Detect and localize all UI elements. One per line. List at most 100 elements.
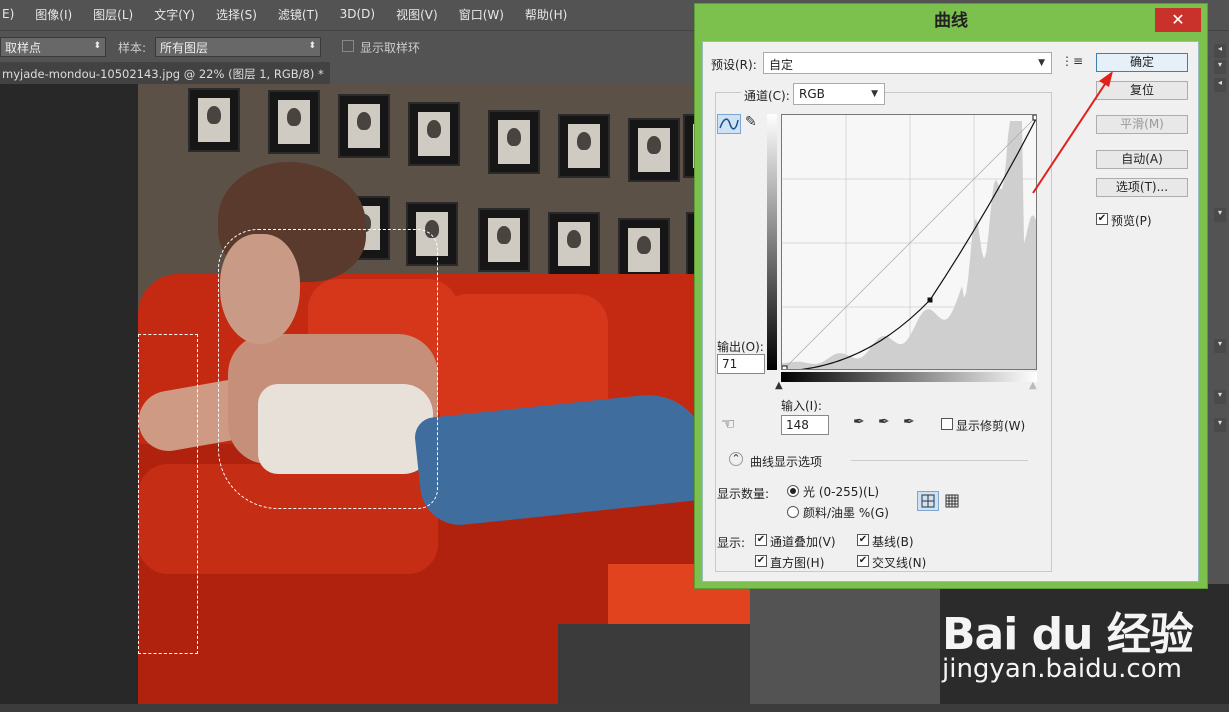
menu-image[interactable]: 图像(I) [23, 6, 81, 23]
watermark: Bai du 经验 jingyan.baidu.com [940, 580, 1229, 704]
curve-tool-button[interactable] [717, 114, 741, 134]
chevron-down-icon: ▼ [871, 89, 878, 99]
panel-collapse-icon[interactable]: ◂ [1214, 44, 1226, 58]
watermark-url: jingyan.baidu.com [942, 654, 1182, 684]
document-tab-title: myjade-mondou-10502143.jpg @ 22% (图层 1, … [2, 67, 324, 81]
baseline-checkbox[interactable]: ✔ [857, 534, 869, 546]
floor-magazines [558, 624, 750, 704]
grid-10-icon [945, 494, 959, 508]
input-field[interactable]: 148 [781, 415, 829, 435]
pigment-radio[interactable] [787, 506, 799, 518]
pencil-icon[interactable]: ✎ [745, 114, 757, 130]
curves-dialog: 曲线 ✕ 预设(R): 自定 ▼ ⋮≡ 确定 复位 平滑(M) 自动(A) 选项… [694, 3, 1208, 589]
panel-collapse-icon[interactable]: ▾ [1214, 390, 1226, 404]
panel-collapse-icon[interactable]: ▾ [1214, 60, 1226, 74]
hand-adjust-icon[interactable]: ☜ [721, 414, 735, 433]
curve-icon [719, 118, 739, 130]
chevron-down-icon: ⬍ [308, 41, 316, 51]
photo-frame [558, 114, 610, 178]
chevron-down-icon: ⬍ [93, 41, 101, 51]
photo-frame [548, 212, 600, 276]
curve-display-options-label: 曲线显示选项 [750, 455, 823, 469]
panel-collapse-icon[interactable]: ▾ [1214, 208, 1226, 222]
histogram-label: 直方图(H) [770, 556, 825, 570]
photo-frame [188, 88, 240, 152]
show-label: 显示: [717, 536, 746, 550]
intersection-checkbox[interactable]: ✔ [857, 555, 869, 567]
watermark-brand: Bai du 经验 [942, 609, 1194, 660]
output-label: 输出(O): [717, 340, 764, 354]
black-eyedropper-icon[interactable]: ✒ [853, 414, 865, 430]
photo-frame [408, 102, 460, 166]
panel-collapse-icon[interactable]: ▾ [1214, 418, 1226, 432]
output-field[interactable]: 71 [717, 354, 765, 374]
sample-label: 样本: [118, 41, 147, 55]
close-button[interactable]: ✕ [1155, 8, 1201, 32]
sample-size-value: 取样点 [5, 41, 42, 55]
workspace-left [0, 84, 138, 704]
preset-select[interactable]: 自定 ▼ [763, 52, 1052, 74]
white-eyedropper-icon[interactable]: ✒ [903, 414, 915, 430]
grid-4-icon [921, 494, 935, 508]
black-point-slider-icon[interactable]: ▲ [775, 380, 783, 391]
panel-collapse-icon[interactable]: ◂ [1214, 78, 1226, 92]
sample-size-select[interactable]: 取样点 ⬍ [0, 37, 106, 57]
baseline-label: 基线(B) [872, 535, 914, 549]
selection-marquee [138, 334, 198, 654]
channel-value: RGB [799, 87, 825, 101]
sample-layers-select[interactable]: 所有图层 ⬍ [155, 37, 321, 57]
preset-value: 自定 [769, 58, 794, 72]
show-ring-label: 显示取样环 [360, 41, 421, 55]
simple-grid-button[interactable] [917, 491, 939, 511]
output-gradient [767, 114, 777, 370]
pigment-label: 颜料/油墨 %(G) [803, 506, 889, 520]
show-clipping-label: 显示修剪(W) [956, 419, 1026, 433]
channel-overlay-label: 通道叠加(V) [770, 535, 836, 549]
preview-checkbox[interactable]: ✔ [1096, 213, 1108, 225]
gray-eyedropper-icon[interactable]: ✒ [878, 414, 890, 430]
input-label: 输入(I): [781, 399, 822, 413]
sample-layers-value: 所有图层 [160, 41, 209, 55]
panel-collapse-icon[interactable]: ▾ [1214, 339, 1226, 353]
curve-control-point[interactable] [927, 297, 933, 303]
photo-frame [478, 208, 530, 272]
curve-endpoint[interactable] [782, 365, 788, 370]
preset-label: 预设(R): [711, 58, 757, 72]
show-ring-checkbox[interactable] [342, 40, 354, 52]
histogram-checkbox[interactable]: ✔ [755, 555, 767, 567]
white-point-slider-icon[interactable]: ▲ [1029, 380, 1037, 391]
selection-marquee [218, 229, 438, 509]
document-tab[interactable]: myjade-mondou-10502143.jpg @ 22% (图层 1, … [0, 62, 330, 84]
collapse-icon[interactable]: ⌃ [729, 452, 743, 466]
annotation-arrow [1032, 71, 1113, 194]
menu-view[interactable]: 视图(V) [384, 6, 447, 23]
menu-edit[interactable]: E) [0, 7, 23, 21]
input-gradient [781, 372, 1037, 382]
divider [851, 460, 1028, 461]
channel-overlay-checkbox[interactable]: ✔ [755, 534, 767, 546]
light-radio[interactable] [787, 485, 799, 497]
detailed-grid-button[interactable] [941, 491, 963, 511]
menu-layer[interactable]: 图层(L) [81, 6, 142, 23]
status-bar [0, 704, 1229, 712]
photo-frame [628, 118, 680, 182]
intersection-label: 交叉线(N) [872, 556, 927, 570]
show-clipping-checkbox[interactable] [941, 418, 953, 430]
menu-filter[interactable]: 滤镜(T) [266, 6, 328, 23]
preview-label: 预览(P) [1111, 214, 1152, 228]
menu-type[interactable]: 文字(Y) [142, 6, 204, 23]
channel-select[interactable]: RGB ▼ [793, 83, 885, 105]
curves-graph[interactable] [781, 114, 1037, 370]
menu-select[interactable]: 选择(S) [204, 6, 266, 23]
document-canvas[interactable] [138, 84, 750, 704]
menu-3d[interactable]: 3D(D) [328, 7, 384, 21]
photo-frame [268, 90, 320, 154]
menu-window[interactable]: 窗口(W) [447, 6, 513, 23]
light-label: 光 (0-255)(L) [803, 485, 880, 499]
menu-help[interactable]: 帮助(H) [513, 6, 576, 23]
show-amount-label: 显示数量: [717, 487, 770, 501]
photo-frame [488, 110, 540, 174]
dialog-title: 曲线 [934, 11, 968, 31]
photo-frame [618, 218, 670, 282]
photo-frame [338, 94, 390, 158]
